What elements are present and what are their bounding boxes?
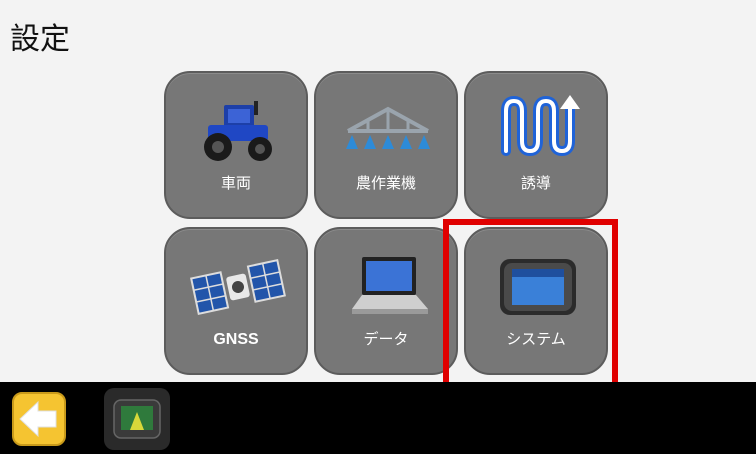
- page-title: 設定: [10, 22, 70, 57]
- tile-label: システム: [506, 330, 566, 348]
- tractor-icon: [204, 101, 272, 161]
- tile-implement[interactable]: 農作業機: [314, 71, 458, 219]
- tile-label: 農作業機: [355, 174, 416, 192]
- tile-guidance[interactable]: 誘導: [464, 71, 608, 219]
- back-arrow-icon: [12, 392, 66, 446]
- display-console-icon: [113, 399, 161, 439]
- guidance-pattern-icon: [501, 95, 580, 157]
- laptop-icon: [352, 257, 428, 314]
- tile-system[interactable]: システム: [464, 227, 608, 375]
- back-button[interactable]: [12, 392, 66, 446]
- tile-label: データ: [363, 330, 409, 348]
- display-console-icon: [500, 259, 576, 315]
- tile-label: 車両: [220, 174, 251, 192]
- display-button[interactable]: [104, 388, 170, 450]
- tile-vehicle[interactable]: 車両: [164, 71, 308, 219]
- satellite-icon: [190, 259, 286, 315]
- tile-data[interactable]: データ: [314, 227, 458, 375]
- tile-label: 誘導: [520, 174, 551, 192]
- tile-label: GNSS: [213, 331, 259, 348]
- bottom-bar: [0, 382, 756, 454]
- implement-boom-icon: [346, 106, 430, 149]
- tile-gnss[interactable]: GNSS: [164, 227, 308, 375]
